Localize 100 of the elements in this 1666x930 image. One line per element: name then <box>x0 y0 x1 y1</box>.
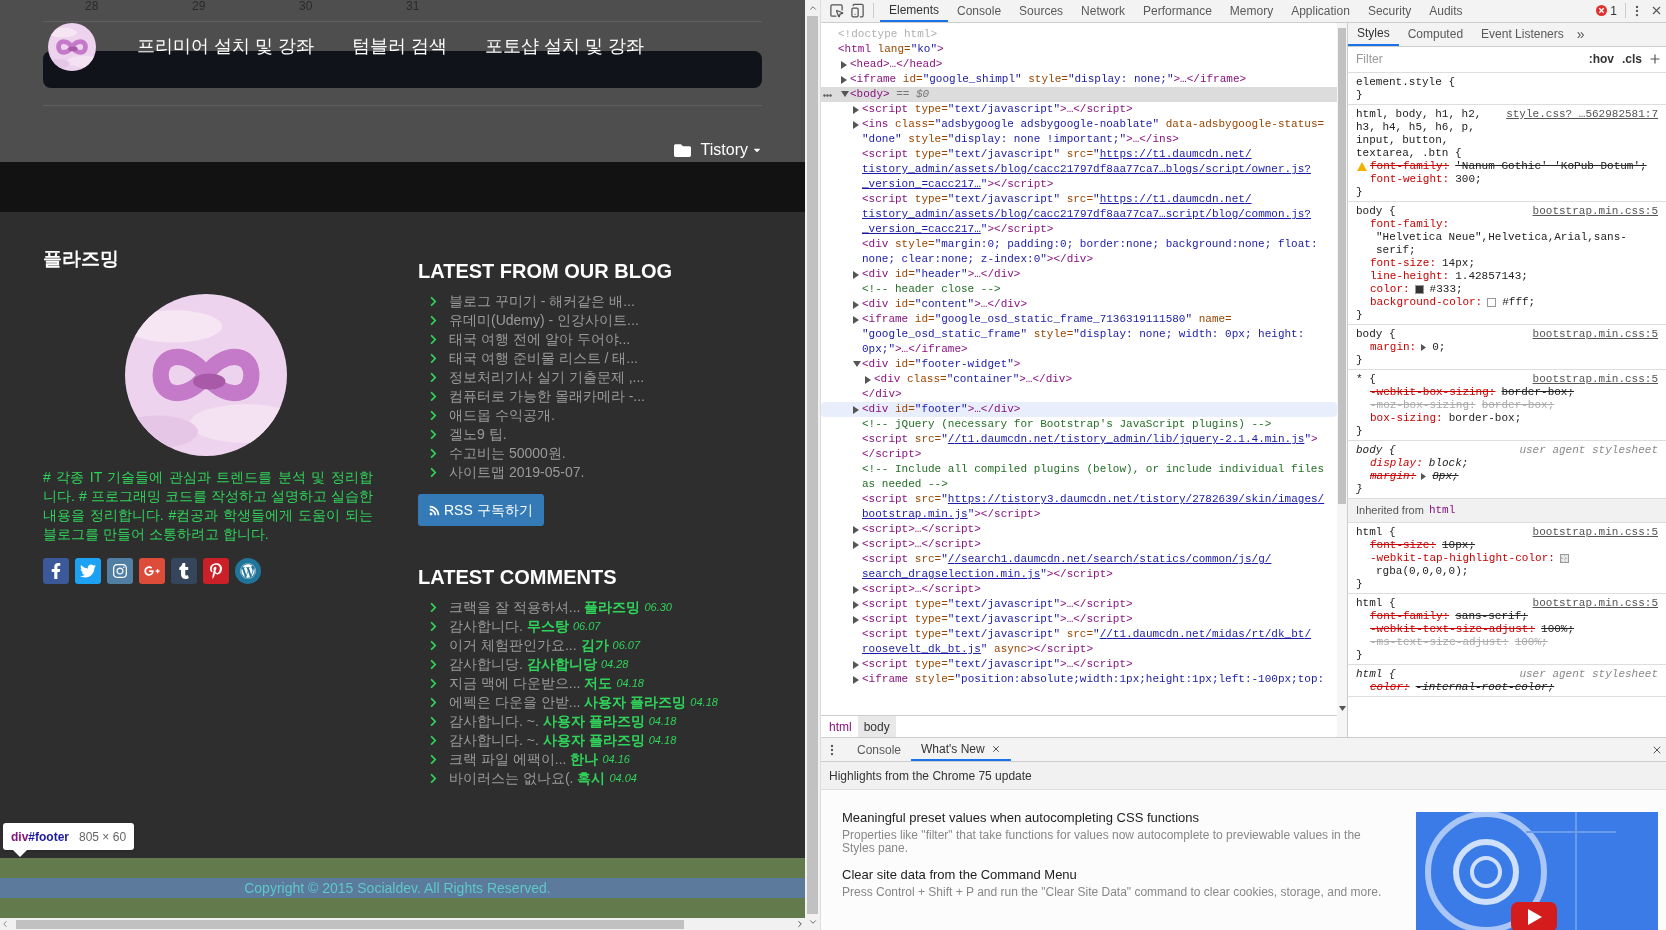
css-property-name[interactable]: font-family: <box>1370 609 1450 623</box>
post-link[interactable]: 애드몹 수익공개. <box>449 405 555 426</box>
dom-node[interactable]: <!-- header close --> <box>862 281 1001 297</box>
dom-node[interactable]: <div id="footer-widget"> <box>862 356 1021 372</box>
dom-node[interactable]: <head>…</head> <box>850 56 943 72</box>
expand-triangle-icon[interactable] <box>1421 343 1427 351</box>
dom-node[interactable]: <script type="text/javascript">…</script> <box>862 656 1133 672</box>
scroll-down-icon[interactable] <box>807 917 818 927</box>
css-property-name[interactable]: margin: <box>1370 340 1417 354</box>
css-property-value[interactable]: sans-serif; <box>1455 609 1658 623</box>
expand-triangle-icon[interactable] <box>1421 472 1427 480</box>
post-link[interactable]: 수고비는 50000원. <box>449 443 566 464</box>
dom-node[interactable]: <script src="//search1.daumcdn.net/search/statics/common/js/g/search_dragselection.min.js"></script> <box>862 551 1333 582</box>
rule-source[interactable]: bootstrap.min.css:5 <box>1532 596 1658 610</box>
devtools-tab[interactable]: Audits <box>1420 0 1472 22</box>
css-property-name[interactable]: box-sizing: <box>1370 411 1443 425</box>
dom-node[interactable]: <script type="text/javascript" src="https://t1.daumcdn.net/tistory_admin/assets/blog/cacc21797df8aa77ca7…blogs/script/owner.js?_version_=cacc217…"></script> <box>862 146 1333 192</box>
devtools-tab[interactable]: Network <box>1072 0 1135 22</box>
devtools-tab[interactable]: Memory <box>1220 0 1283 22</box>
device-icon[interactable] <box>850 3 865 19</box>
dom-node[interactable]: <script>…</script> <box>862 581 981 597</box>
feature-title[interactable]: Meaningful preset values when autocompleting CSS functions <box>842 810 1396 826</box>
twitter-icon[interactable] <box>75 558 101 584</box>
rule-source[interactable]: bootstrap.min.css:5 <box>1532 204 1658 218</box>
styles-tab[interactable]: Event Listeners <box>1472 22 1573 46</box>
post-link[interactable]: 정보처리기사 실기 기출문제 ,... <box>449 367 645 388</box>
css-property-name[interactable]: -webkit-box-sizing: <box>1370 385 1496 399</box>
collapse-triangle-icon[interactable] <box>853 360 861 367</box>
expand-triangle-icon[interactable] <box>853 675 859 684</box>
close-tab-icon[interactable] <box>990 743 1001 754</box>
wordpress-icon[interactable] <box>235 558 261 584</box>
comment-text[interactable]: 이거 체험판인가요... <box>449 635 577 656</box>
css-property-value[interactable]: 14px; <box>1442 256 1658 270</box>
css-property-name[interactable]: margin: <box>1370 469 1417 483</box>
devtools-tab[interactable]: Performance <box>1134 0 1221 22</box>
highlighted-row[interactable]: <div id="footer">…</div> <box>821 401 1337 417</box>
css-property-name[interactable]: background-color: <box>1370 295 1483 309</box>
expand-triangle-icon[interactable] <box>853 540 859 549</box>
color-swatch[interactable] <box>1414 284 1424 294</box>
breadcrumb[interactable]: html <box>823 716 858 737</box>
dom-node[interactable]: </div> <box>862 386 902 402</box>
collapse-triangle-icon[interactable] <box>841 90 849 97</box>
css-property-value[interactable]: rgba(0,0,0,0); <box>1376 564 1658 578</box>
css-property-name[interactable]: font-weight: <box>1370 172 1450 186</box>
nav-link[interactable]: 텀블러 검색 <box>352 33 448 61</box>
css-property-name[interactable]: font-family: <box>1370 159 1450 173</box>
rule-source[interactable]: bootstrap.min.css:5 <box>1532 327 1658 341</box>
css-property-name[interactable]: font-size: <box>1370 538 1436 552</box>
devtools-tab[interactable]: Sources <box>1010 0 1073 22</box>
dom-node[interactable]: <div class="container">…</div> <box>874 371 1073 387</box>
color-swatch[interactable] <box>1559 553 1569 563</box>
post-link[interactable]: 사이트맵 2019-05-07. <box>449 462 585 483</box>
dom-node[interactable]: <script type="text/javascript" src="https://t1.daumcdn.net/tistory_admin/assets/blog/cacc21797df8aa77ca7…script/blog/common.js?_version_=cacc217…"></script> <box>862 191 1333 237</box>
expand-triangle-icon[interactable] <box>853 300 859 309</box>
rule-source[interactable]: bootstrap.min.css:5 <box>1532 525 1658 539</box>
error-icon[interactable] <box>1596 5 1608 17</box>
dom-node[interactable]: <ins class="adsbygoogle adsbygoogle-noablate" data-adsbygoogle-status= "done" style="display: none !important;">…</ins> <box>862 116 1333 147</box>
dom-node[interactable]: <script>…</script> <box>862 521 981 537</box>
css-property-value[interactable]: 0; <box>1432 340 1658 354</box>
filter-toggle[interactable]: .cls <box>1618 50 1646 69</box>
css-property-value[interactable]: border-box; <box>1501 385 1658 399</box>
expand-triangle-icon[interactable] <box>853 105 859 114</box>
scroll-up-icon[interactable] <box>807 3 818 13</box>
expand-triangle-icon[interactable] <box>853 660 859 669</box>
dom-node[interactable]: <script>…</script> <box>862 536 981 552</box>
css-property-value[interactable]: #fff; <box>1502 295 1658 309</box>
expand-triangle-icon[interactable] <box>853 405 859 414</box>
color-swatch[interactable] <box>1487 297 1497 307</box>
dom-node[interactable]: <!-- Include all compiled plugins (below), or include individual files as needed --> <box>862 461 1333 492</box>
vertical-scrollbar[interactable] <box>1337 22 1347 737</box>
css-property-value[interactable]: -internal-root-color; <box>1415 680 1658 694</box>
expand-triangle-icon[interactable] <box>853 315 859 324</box>
dom-node[interactable]: <script type="text/javascript">…</script> <box>862 596 1133 612</box>
dom-node[interactable]: <iframe style="position:absolute;width:1px;height:1px;left:-100px;top: <box>862 671 1325 687</box>
pinterest-icon[interactable] <box>203 558 229 584</box>
comment-text[interactable]: 감사합니다. ~. <box>449 711 539 732</box>
comment-text[interactable]: 바이러스는 없나요(. <box>449 768 574 789</box>
dom-node[interactable]: <iframe id="google_osd_static_frame_7136319111580" name= "google_osd_static_frame" style="display: none; width: 0px; height: 0px;">…</iframe> <box>862 311 1333 357</box>
dom-node[interactable]: <html lang="ko"> <box>838 41 944 57</box>
post-link[interactable]: 유데미(Udemy) - 인강사이트... <box>449 310 639 331</box>
scroll-down-icon[interactable] <box>1338 706 1346 711</box>
css-property-value[interactable]: 'Nanum Gothic' 'KoPub Dotum'; <box>1455 159 1658 173</box>
styles-tab[interactable]: Styles <box>1348 22 1399 46</box>
google-plus-icon[interactable] <box>139 558 165 584</box>
css-property-name[interactable]: color: <box>1370 282 1410 296</box>
comment-text[interactable]: 지금 맥에 다운받으... <box>449 673 581 694</box>
expand-triangle-icon[interactable] <box>841 75 847 84</box>
css-property-value[interactable]: block; <box>1428 456 1658 470</box>
post-link[interactable]: 태국 여행 전에 알아 두어야... <box>449 329 631 350</box>
instagram-icon[interactable] <box>107 558 133 584</box>
dom-node[interactable]: <div id="content">…</div> <box>862 296 1028 312</box>
dom-node[interactable]: <script type="text/javascript" src="//t1.daumcdn.net/midas/rt/dk_bt/roosevelt_dk_bt.js" async></script> <box>862 626 1333 657</box>
devtools-tab[interactable]: Console <box>948 0 1011 22</box>
post-link[interactable]: 블로그 꾸미기 - 해커같은 배... <box>449 291 635 312</box>
dom-node[interactable]: <body> == $0 <box>850 86 930 102</box>
css-property-value[interactable]: 300; <box>1455 172 1658 186</box>
comment-text[interactable]: 크랙을 잘 적용하셔... <box>449 597 581 618</box>
highlighted-row[interactable]: <body> == $0 <box>821 86 1337 102</box>
expand-triangle-icon[interactable] <box>853 600 859 609</box>
expand-triangle-icon[interactable] <box>865 375 871 384</box>
